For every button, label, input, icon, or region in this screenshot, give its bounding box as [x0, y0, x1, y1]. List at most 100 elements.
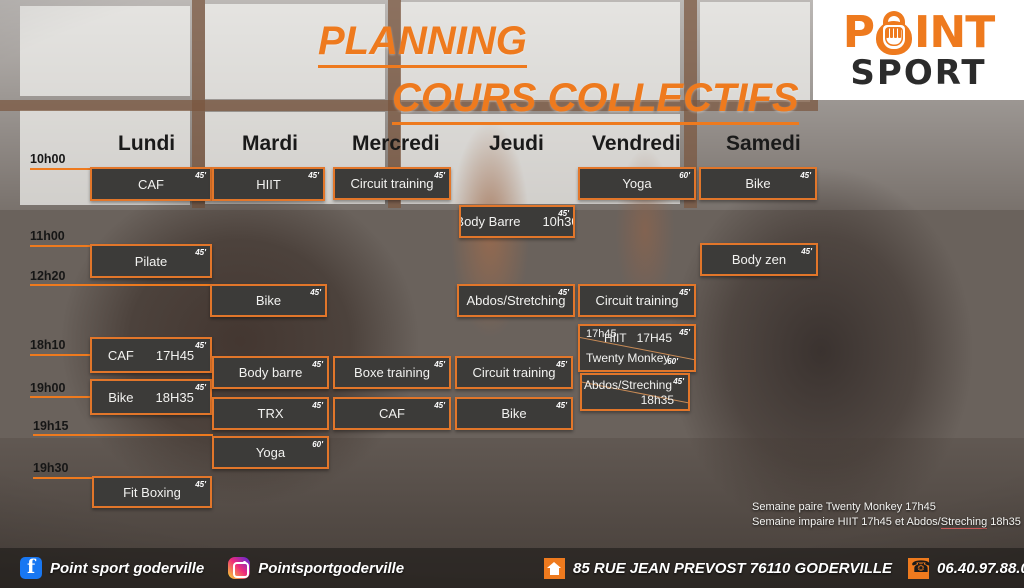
class-name: Circuit training [350, 176, 434, 191]
time-line-11h00 [30, 245, 92, 247]
class-cell-vendredi-yoga[interactable]: Yoga 60' [578, 167, 696, 200]
class-name: Bike [501, 406, 527, 421]
time-label-19h30: 19h30 [33, 461, 69, 475]
time-line-19h15 [33, 434, 213, 436]
class-cell-jeudi-abdos-stretching[interactable]: Abdos/Stretching 45' [457, 284, 575, 317]
class-duration: 45' [679, 288, 690, 297]
class-duration: 45' [558, 288, 569, 297]
class-duration: 45' [800, 171, 811, 180]
class-cell-vendredi-abdos-streching[interactable]: Abdos/Streching 45' 18h35 [580, 373, 690, 411]
day-header-lundi: Lundi [118, 132, 176, 155]
time-line-12h20 [30, 284, 210, 286]
phone-icon[interactable] [908, 557, 931, 579]
class-name: Body barre [238, 365, 303, 380]
facebook-block[interactable]: Point sport goderville [20, 556, 205, 579]
day-header-mardi: Mardi [242, 132, 299, 155]
footer-bar: Point sport goderville Pointsportgodervi… [0, 548, 1024, 588]
planning-poster: P INT SPORT PLANNING COURS COLLECTIFS Lu… [0, 0, 1024, 588]
instagram-icon[interactable] [228, 557, 251, 579]
instagram-block[interactable]: Pointsportgoderville [228, 557, 404, 579]
class-name: Bike [745, 176, 771, 191]
note-line-2-c: 18h35 [987, 516, 1021, 528]
class-cell-lundi-caf-evening[interactable]: CAF 17H45 45' [90, 337, 212, 373]
phone-number: 06.40.97.88.02 [937, 559, 1024, 577]
class-cell-mardi-trx[interactable]: TRX 45' [212, 397, 329, 430]
time-line-19h30 [33, 477, 95, 479]
class-duration: 45' [558, 209, 569, 218]
class-cell-samedi-bike[interactable]: Bike 45' [699, 167, 817, 200]
class-duration: 45' [195, 341, 206, 350]
class-cell-samedi-body-zen[interactable]: Body zen 45' [700, 243, 818, 276]
day-header-mercredi: Mercredi [352, 132, 440, 155]
class-name: Bike [255, 293, 282, 308]
class-cell-jeudi-circuit-training[interactable]: Circuit training 45' [455, 356, 573, 389]
class-name: CAF [379, 406, 405, 421]
class-duration: 45' [312, 360, 323, 369]
class-duration: 45' [195, 171, 206, 180]
class-duration: 45' [434, 360, 445, 369]
class-duration: 45' [434, 171, 445, 180]
class-duration: 45' [434, 401, 445, 410]
class-cell-mercredi-caf[interactable]: CAF 45' [333, 397, 451, 430]
note-line-1: Semaine paire Twenty Monkey 17h45 [752, 501, 936, 513]
class-cell-jeudi-body-barre[interactable]: Body Barre 10h30 45' [459, 205, 575, 238]
class-duration: 60' [679, 171, 690, 180]
class-duration: 45' [308, 171, 319, 180]
class-cell-lundi-caf-morning[interactable]: CAF 45' [90, 167, 212, 201]
class-cell-vendredi-circuit-training[interactable]: Circuit training 45' [578, 284, 696, 317]
phone-block[interactable]: 06.40.97.88.02 [908, 557, 1024, 579]
class-duration: 45' [195, 383, 206, 392]
day-header-samedi: Samedi [726, 132, 801, 155]
class-name: HIIT [256, 176, 281, 192]
time-label-10h00: 10h00 [30, 152, 66, 166]
class-name: Fit Boxing [123, 484, 181, 500]
class-duration-top: 45' [679, 328, 690, 337]
class-cell-lundi-fit-boxing[interactable]: Fit Boxing 45' [92, 476, 212, 508]
class-duration: 60' [312, 440, 323, 449]
time-label-18h10: 18h10 [30, 338, 66, 352]
class-duration: 45' [310, 288, 321, 297]
note-line-2-b: Streching [940, 516, 988, 529]
note-line-2-a: Semaine impaire HIIT 17h45 et Abdos/ [752, 516, 941, 528]
time-line-19h00 [30, 396, 92, 398]
class-duration-top: 45' [673, 377, 684, 386]
class-name: Circuit training [595, 293, 679, 308]
address-text: 85 RUE JEAN PREVOST 76110 GODERVILLE [573, 559, 893, 577]
class-cell-mercredi-circuit-training[interactable]: Circuit training 45' [333, 167, 451, 200]
class-name-and-time: Bike 18H35 [108, 389, 194, 405]
class-name: Pilate [134, 253, 168, 269]
class-cell-vendredi-hiit-twenty-monkey[interactable]: HIIT 17H45 45' 17h45 Twenty Monkey 60' [578, 324, 696, 372]
facebook-icon[interactable] [20, 556, 42, 579]
class-duration-bottom: 60' [667, 357, 678, 366]
day-header-jeudi: Jeudi [489, 132, 544, 155]
class-duration: 45' [556, 401, 567, 410]
address-block: 85 RUE JEAN PREVOST 76110 GODERVILLE [544, 557, 893, 579]
schedule-notes: Semaine paire Twenty Monkey 17h45 Semain… [752, 500, 1021, 530]
class-name: Circuit training [472, 365, 556, 380]
class-name: CAF [138, 176, 164, 192]
class-cell-mardi-body-barre[interactable]: Body barre 45' [212, 356, 329, 389]
time-label-19h00: 19h00 [30, 381, 66, 395]
class-name: Yoga [255, 445, 286, 460]
class-cell-lundi-bike-evening[interactable]: Bike 18H35 45' [90, 379, 212, 415]
class-time-bottom: 17h45 [586, 328, 617, 340]
class-duration: 45' [195, 480, 206, 489]
class-cell-mardi-bike[interactable]: Bike 45' [210, 284, 327, 317]
time-label-19h15: 19h15 [33, 419, 69, 433]
class-duration: 45' [312, 401, 323, 410]
class-name: Yoga [622, 176, 652, 191]
home-icon [544, 557, 566, 579]
class-cell-lundi-pilate[interactable]: Pilate 45' [90, 244, 212, 278]
instagram-handle: Pointsportgoderville [258, 559, 405, 577]
class-duration: 45' [195, 248, 206, 257]
class-name: TRX [257, 406, 284, 421]
class-name-and-time: CAF 17H45 [107, 347, 195, 363]
class-cell-mardi-yoga[interactable]: Yoga 60' [212, 436, 329, 469]
class-duration: 45' [801, 247, 812, 256]
class-cell-jeudi-bike[interactable]: Bike 45' [455, 397, 573, 430]
class-cell-mardi-hiit[interactable]: HIIT 45' [212, 167, 325, 201]
class-duration: 45' [556, 360, 567, 369]
facebook-handle: Point sport goderville [50, 559, 205, 577]
time-label-11h00: 11h00 [30, 229, 65, 243]
class-cell-mercredi-boxe-training[interactable]: Boxe training 45' [333, 356, 451, 389]
